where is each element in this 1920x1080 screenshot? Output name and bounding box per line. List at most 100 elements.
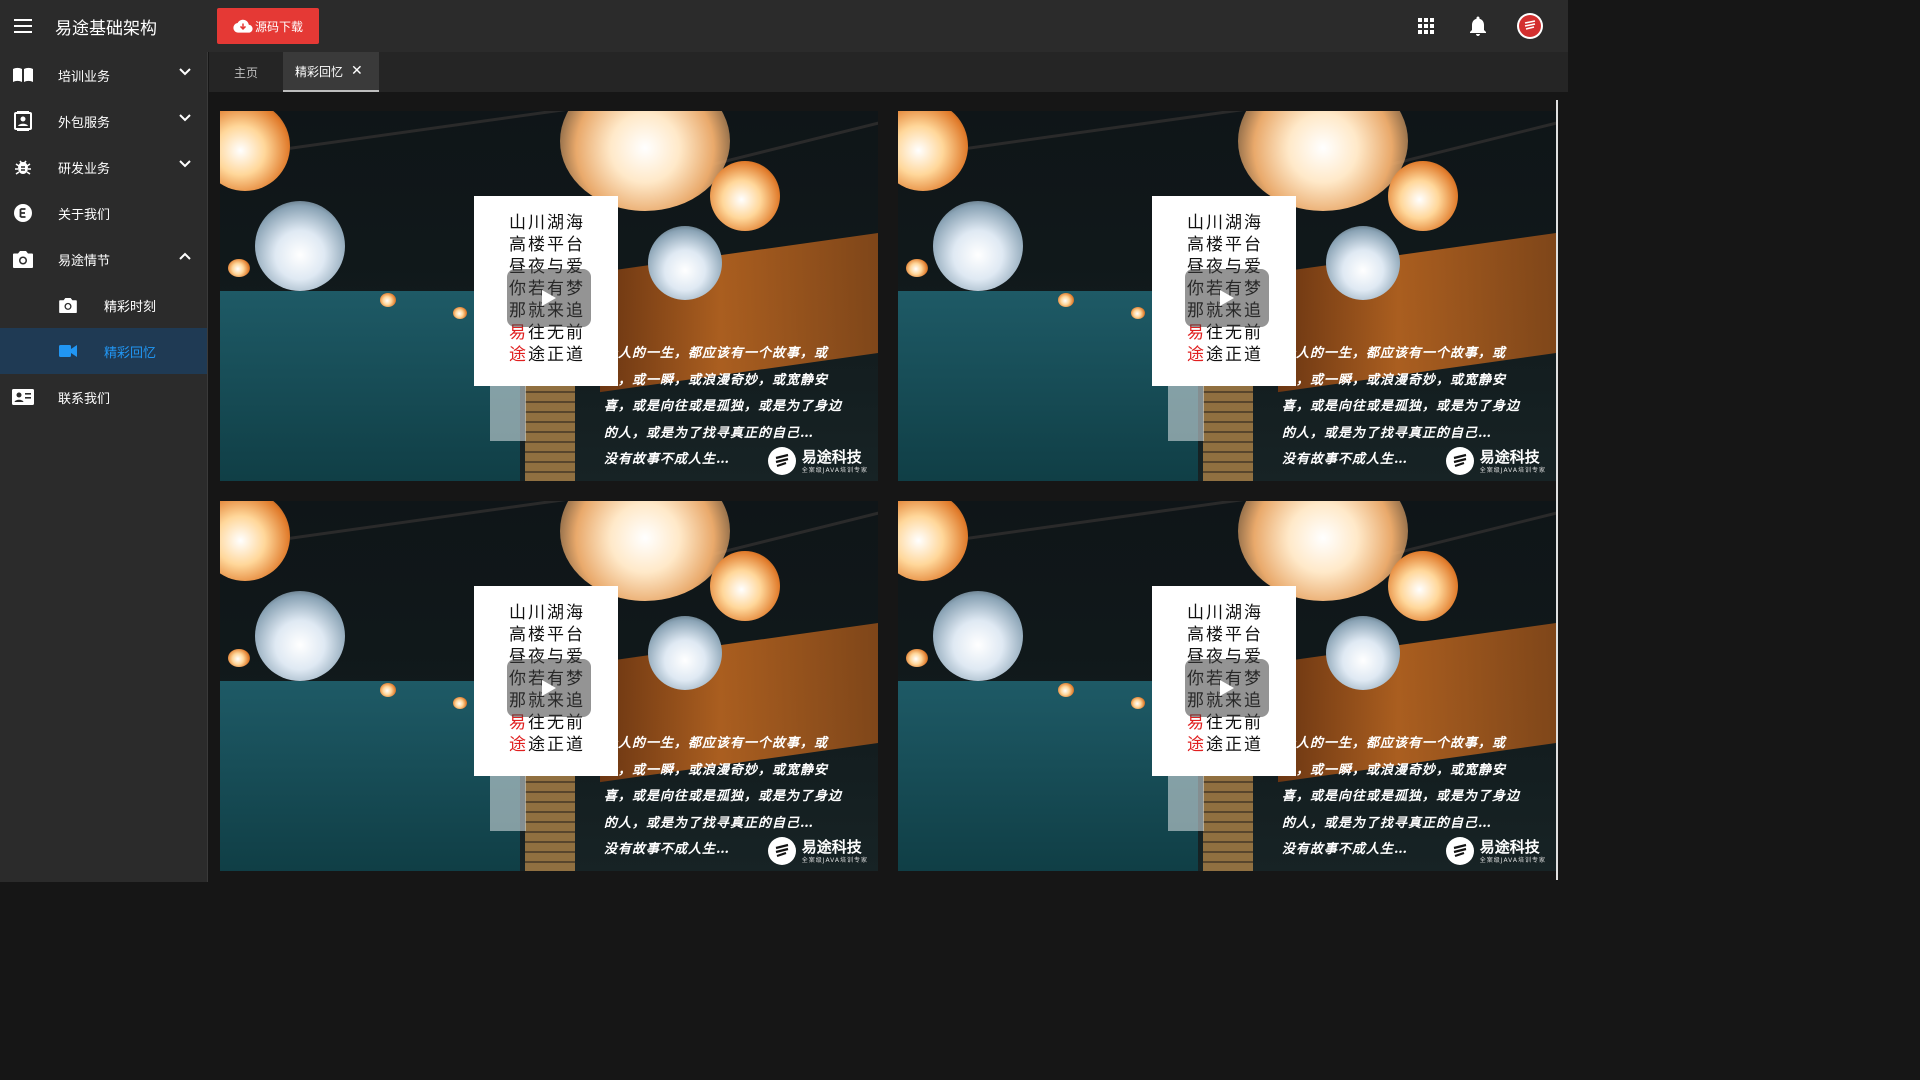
source-download-button[interactable]: 源码下载 [217, 8, 319, 44]
poster-line: 高楼平台 [1187, 235, 1263, 255]
video-card[interactable]: 山川湖海高楼平台昼夜与爱你若有梦那就来追 易往无前 途途正道 个人的一生，都应该… [898, 111, 1556, 481]
chevron-down-icon [179, 114, 191, 122]
tab-label: 精彩回忆 [295, 64, 344, 79]
videocam-icon [59, 345, 77, 357]
bell-icon [1470, 16, 1486, 36]
light-bulb [898, 501, 968, 581]
brand-logo-icon [1524, 20, 1536, 30]
brand-logo-icon [775, 843, 789, 858]
play-button[interactable] [1185, 269, 1269, 327]
poster-accent-char: 途 [1187, 345, 1206, 365]
light-bulb [220, 111, 290, 191]
sidebar-item-stories[interactable]: 易途情节 [0, 236, 207, 282]
camera-icon [59, 297, 77, 313]
sidebar-item-rnd[interactable]: 研发业务 [0, 144, 207, 190]
light-bulb [220, 501, 290, 581]
bug-icon [15, 160, 31, 175]
play-icon [542, 290, 556, 306]
poem-line: 个人的一生，都应该有一个故事，或 [604, 346, 829, 361]
play-icon [1220, 680, 1234, 696]
brand-name: 易途科技 [1479, 447, 1540, 466]
brand-mark: 易途科技 全案级JAVA培训专家 [1445, 447, 1546, 475]
poster-line: 途正道 [528, 735, 585, 755]
e-circle-icon [14, 204, 32, 222]
sidebar-item-label: 易途情节 [58, 253, 111, 269]
tab-memories[interactable]: 精彩回忆 ✕ [283, 52, 379, 92]
app-title: 易途基础架构 [55, 18, 157, 39]
sidebar-subitem-highlights[interactable]: 精彩时刻 [0, 282, 207, 328]
poster-line: 山川湖海 [509, 603, 585, 623]
play-icon [542, 680, 556, 696]
brand-mark: 易途科技 全案级JAVA培训专家 [767, 837, 868, 865]
chevron-up-icon [179, 252, 191, 260]
sidebar-item-label: 外包服务 [58, 115, 111, 131]
video-card[interactable]: 山川湖海高楼平台昼夜与爱你若有梦那就来追 易往无前 途途正道 个人的一生，都应该… [220, 501, 878, 871]
poster-accent-char: 途 [509, 735, 528, 755]
poster-line: 高楼平台 [509, 235, 585, 255]
apps-button[interactable] [1400, 0, 1452, 52]
brand-mark: 易途科技 全案级JAVA培训专家 [767, 447, 868, 475]
poster-line: 高楼平台 [509, 625, 585, 645]
sidebar-item-label: 联系我们 [58, 391, 111, 407]
cloud-download-icon [233, 19, 253, 33]
brand-tagline: 全案级JAVA培训专家 [1479, 856, 1546, 864]
sidebar-item-outsourcing[interactable]: 外包服务 [0, 98, 207, 144]
menu-toggle-button[interactable] [1, 0, 45, 52]
apps-grid-icon [1418, 18, 1434, 34]
sidebar-item-label: 精彩回忆 [104, 345, 157, 361]
light-bulb [933, 591, 1023, 681]
avatar [1517, 13, 1543, 39]
camera-icon [13, 250, 33, 268]
sidebar-item-contact[interactable]: 联系我们 [0, 374, 207, 420]
tab-home[interactable]: 主页 [209, 52, 283, 92]
poem-line: 喜，或是向往或是孤独，或是为了身边 [604, 399, 843, 414]
poster-line: 途正道 [528, 345, 585, 365]
poem-line: 长，或一瞬，或浪漫奇妙，或宽静安 [604, 762, 829, 778]
light-bulb [933, 201, 1023, 291]
video-card[interactable]: 山川湖海高楼平台昼夜与爱你若有梦那就来追 易往无前 途途正道 个人的一生，都应该… [898, 501, 1556, 871]
brand-logo-icon [775, 453, 789, 468]
poem-line: 的人，或是为了找寻真正的自己… [604, 425, 815, 441]
poster-line: 途正道 [1206, 735, 1263, 755]
play-button[interactable] [1185, 659, 1269, 717]
sidebar: 培训业务 外包服务 研发业务 关于我们 易途情节 精彩时刻 精彩回忆 联系我们 [0, 52, 208, 882]
play-button[interactable] [507, 269, 591, 327]
sidebar-item-label: 研发业务 [58, 161, 111, 177]
light-bulb [1388, 161, 1458, 231]
poem-line: 喜，或是向往或是孤独，或是为了身边 [604, 789, 843, 804]
top-app-bar: 易途基础架构 源码下载 [0, 0, 1568, 52]
chevron-down-icon [179, 160, 191, 168]
poem-line: 个人的一生，都应该有一个故事，或 [604, 736, 829, 751]
brand-tagline: 全案级JAVA培训专家 [801, 856, 868, 864]
user-avatar-button[interactable] [1504, 0, 1556, 52]
contacts-icon [14, 111, 32, 131]
sidebar-subitem-memories[interactable]: 精彩回忆 [0, 328, 207, 374]
notifications-button[interactable] [1452, 0, 1504, 52]
play-button[interactable] [507, 659, 591, 717]
tab-label: 主页 [233, 65, 258, 80]
sidebar-item-training[interactable]: 培训业务 [0, 52, 207, 98]
sidebar-item-about[interactable]: 关于我们 [0, 190, 207, 236]
light-bulb [898, 111, 968, 191]
poster-line: 山川湖海 [509, 213, 585, 233]
poster-accent-char: 途 [1187, 735, 1206, 755]
brand-mark: 易途科技 全案级JAVA培训专家 [1445, 837, 1546, 865]
chevron-down-icon [179, 68, 191, 76]
poem-line: 喜，或是向往或是孤独，或是为了身边 [1282, 399, 1521, 414]
poster-line: 山川湖海 [1187, 603, 1263, 623]
light-bulb [710, 551, 780, 621]
poster-line: 高楼平台 [1187, 625, 1263, 645]
video-card[interactable]: 山川湖海高楼平台昼夜与爱你若有梦那就来追 易往无前 途途正道 个人的一生，都应该… [220, 111, 878, 481]
brand-tagline: 全案级JAVA培训专家 [801, 466, 868, 474]
light-bulb [255, 201, 345, 291]
brand-name: 易途科技 [801, 447, 862, 466]
poem-line: 喜，或是向往或是孤独，或是为了身边 [1282, 789, 1521, 804]
light-bulb [648, 616, 722, 690]
close-tab-icon[interactable]: ✕ [351, 63, 363, 79]
brand-logo-icon [1453, 453, 1467, 468]
poem-line: 长，或一瞬，或浪漫奇妙，或宽静安 [1282, 372, 1507, 388]
tab-bar: 主页 精彩回忆 ✕ [209, 52, 1568, 92]
sidebar-item-label: 精彩时刻 [104, 299, 157, 315]
brand-name: 易途科技 [1479, 837, 1540, 856]
scrollbar[interactable] [1556, 100, 1558, 880]
